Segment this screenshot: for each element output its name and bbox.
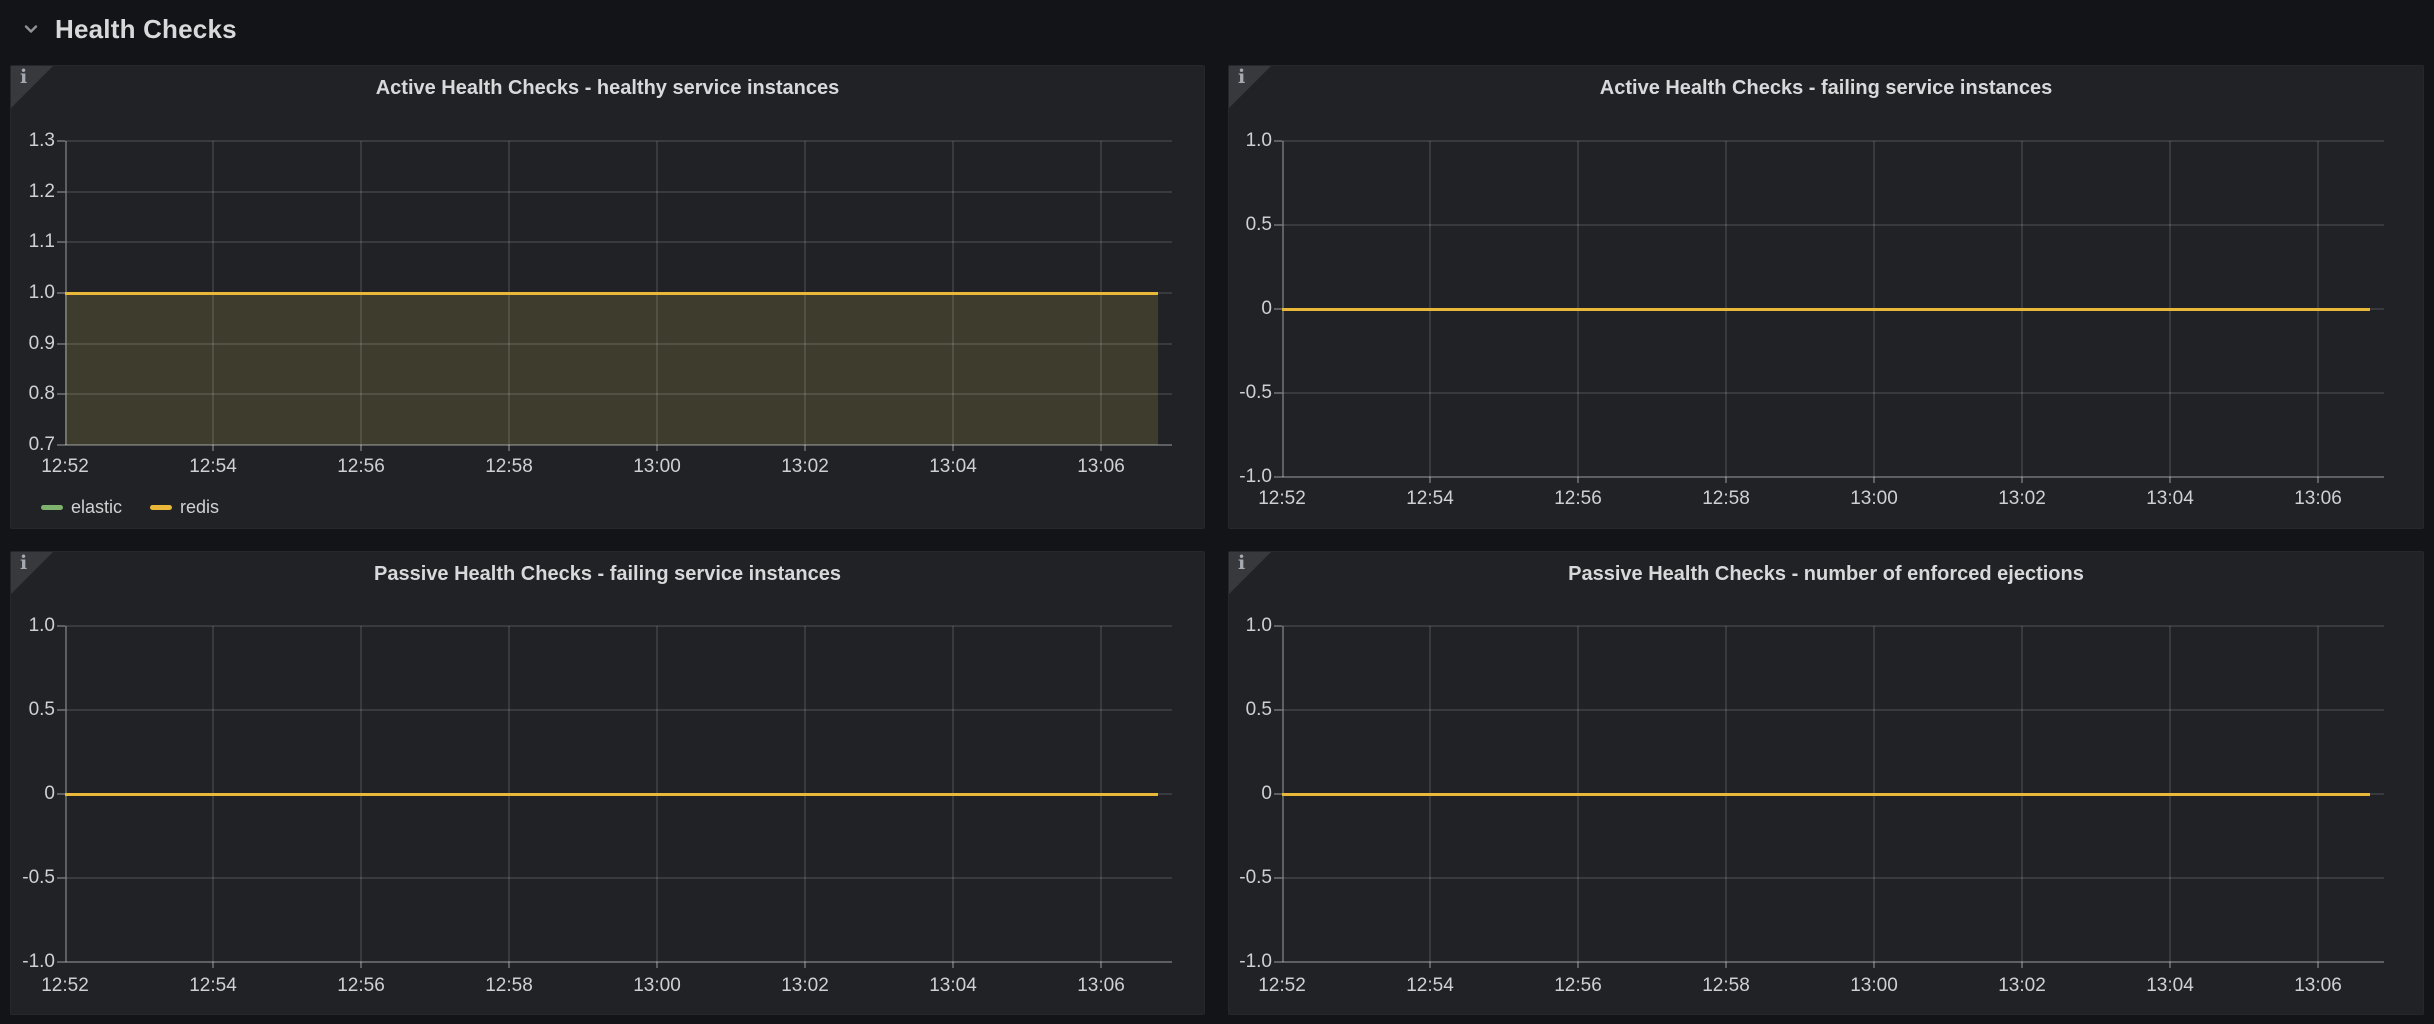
x-axis-label: 12:56 — [1532, 975, 1624, 997]
y-axis-label: 0.5 — [0, 699, 55, 721]
y-axis-label: -1.0 — [1182, 466, 1272, 488]
legend-item[interactable]: redis — [150, 497, 219, 518]
x-axis-label: 13:00 — [611, 456, 703, 478]
x-axis-label: 13:04 — [907, 456, 999, 478]
legend-series-label: elastic — [71, 497, 122, 518]
y-axis-label: 1.2 — [0, 181, 55, 203]
y-axis-label: -0.5 — [0, 867, 55, 889]
x-axis-label: 13:06 — [1055, 975, 1147, 997]
y-axis-tick — [57, 343, 65, 345]
legend-series-label: redis — [180, 497, 219, 518]
y-axis-tick — [57, 793, 65, 795]
y-axis-tick — [1274, 709, 1282, 711]
x-axis-label: 12:54 — [1384, 975, 1476, 997]
chart-plot-area[interactable] — [1282, 141, 2384, 477]
x-axis-label: 12:58 — [1680, 488, 1772, 510]
chart-plot-area[interactable] — [65, 141, 1172, 445]
y-axis-label: 0.5 — [1182, 214, 1272, 236]
x-axis-label: 12:58 — [1680, 975, 1772, 997]
y-axis-label: -0.5 — [1182, 867, 1272, 889]
panel-title[interactable]: Passive Health Checks - failing service … — [11, 563, 1204, 586]
y-axis-label: -0.5 — [1182, 382, 1272, 404]
row-title: Health Checks — [55, 14, 237, 45]
y-axis-label: 1.0 — [0, 282, 55, 304]
y-axis-tick — [1274, 476, 1282, 478]
grafana-panel: i Active Health Checks - healthy service… — [10, 65, 1205, 529]
x-axis-label: 12:56 — [315, 975, 407, 997]
x-axis-label: 13:02 — [759, 975, 851, 997]
y-axis-tick — [57, 877, 65, 879]
y-axis-tick — [1274, 224, 1282, 226]
x-axis-label: 12:54 — [167, 456, 259, 478]
y-axis-label: 0 — [0, 783, 55, 805]
y-axis-tick — [1274, 793, 1282, 795]
x-axis-label: 12:54 — [167, 975, 259, 997]
x-axis-label: 12:52 — [1236, 488, 1328, 510]
x-axis-label: 12:52 — [19, 975, 111, 997]
panel-title[interactable]: Active Health Checks - failing service i… — [1229, 77, 2423, 100]
y-axis-label: 0.5 — [1182, 699, 1272, 721]
y-axis-tick — [57, 191, 65, 193]
y-axis-label: -1.0 — [1182, 951, 1272, 973]
chart-plot-area[interactable] — [65, 626, 1172, 962]
x-axis-label: 12:56 — [315, 456, 407, 478]
y-axis-tick — [57, 140, 65, 142]
grafana-panel: i Passive Health Checks - number of enfo… — [1228, 551, 2424, 1015]
y-axis-label: 0 — [1182, 783, 1272, 805]
chevron-down-icon — [22, 20, 40, 38]
x-axis-label: 13:04 — [2124, 975, 2216, 997]
y-axis-label: 0 — [1182, 298, 1272, 320]
y-axis-tick — [1274, 961, 1282, 963]
x-axis-label: 12:58 — [463, 975, 555, 997]
y-axis-label: 1.0 — [0, 615, 55, 637]
grafana-panel: i Passive Health Checks - failing servic… — [10, 551, 1205, 1015]
x-axis-label: 13:00 — [1828, 975, 1920, 997]
y-axis-tick — [1274, 140, 1282, 142]
x-axis-label: 12:52 — [19, 456, 111, 478]
grafana-panel: i Active Health Checks - failing service… — [1228, 65, 2424, 529]
y-axis-tick — [1274, 308, 1282, 310]
legend-series-swatch — [41, 505, 63, 510]
x-axis-label: 12:56 — [1532, 488, 1624, 510]
x-axis-label: 13:04 — [2124, 488, 2216, 510]
y-axis-label: 1.1 — [0, 231, 55, 253]
dashboard-row-header[interactable]: Health Checks — [0, 0, 2434, 58]
x-axis-label: 13:02 — [759, 456, 851, 478]
y-axis-label: 0.7 — [0, 434, 55, 456]
x-axis-label: 13:00 — [611, 975, 703, 997]
x-axis-label: 13:00 — [1828, 488, 1920, 510]
y-axis-tick — [1274, 625, 1282, 627]
chart-plot-area[interactable] — [1282, 626, 2384, 962]
y-axis-label: 1.0 — [1182, 130, 1272, 152]
x-axis-label: 12:54 — [1384, 488, 1476, 510]
y-axis-label: 1.0 — [1182, 615, 1272, 637]
x-axis-label: 12:58 — [463, 456, 555, 478]
y-axis-label: 0.8 — [0, 383, 55, 405]
x-axis-label: 13:02 — [1976, 975, 2068, 997]
y-axis-tick — [57, 444, 65, 446]
y-axis-label: -1.0 — [0, 951, 55, 973]
y-axis-tick — [1274, 877, 1282, 879]
x-axis-label: 13:06 — [2272, 488, 2364, 510]
y-axis-tick — [57, 241, 65, 243]
x-axis-label: 12:52 — [1236, 975, 1328, 997]
y-axis-tick — [57, 393, 65, 395]
y-axis-tick — [57, 709, 65, 711]
y-axis-tick — [1274, 392, 1282, 394]
x-axis-label: 13:02 — [1976, 488, 2068, 510]
legend-item[interactable]: elastic — [41, 497, 122, 518]
x-axis-label: 13:06 — [2272, 975, 2364, 997]
panel-title[interactable]: Passive Health Checks - number of enforc… — [1229, 563, 2423, 586]
x-axis-label: 13:04 — [907, 975, 999, 997]
y-axis-tick — [57, 292, 65, 294]
y-axis-label: 1.3 — [0, 130, 55, 152]
panel-title[interactable]: Active Health Checks - healthy service i… — [11, 77, 1204, 100]
y-axis-tick — [57, 961, 65, 963]
x-axis-label: 13:06 — [1055, 456, 1147, 478]
y-axis-label: 0.9 — [0, 333, 55, 355]
chart-legend: elastic redis — [41, 496, 219, 518]
y-axis-tick — [57, 625, 65, 627]
legend-series-swatch — [150, 505, 172, 510]
